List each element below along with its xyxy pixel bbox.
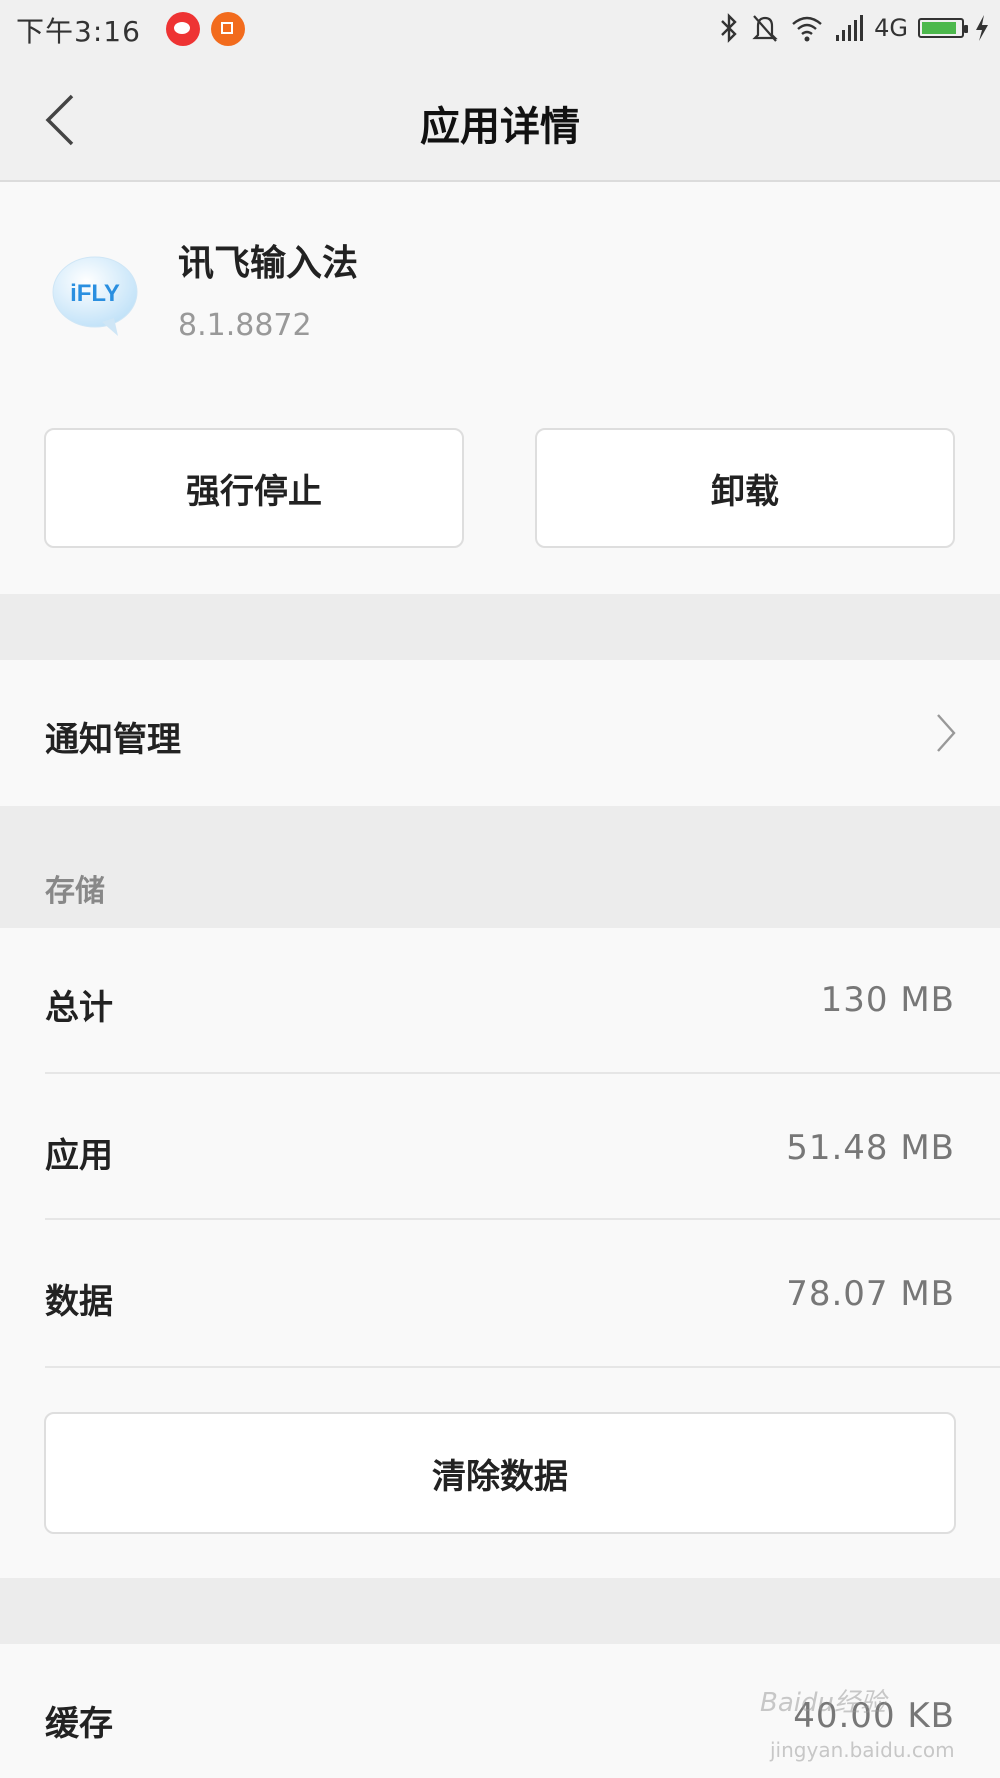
total-label: 总计 bbox=[45, 988, 113, 1028]
title-bar: 应用详情 bbox=[0, 56, 1000, 182]
page-title: 应用详情 bbox=[420, 104, 580, 150]
storage-total-row: 总计 130 MB bbox=[0, 928, 1000, 1074]
chevron-right-icon bbox=[937, 714, 956, 752]
status-bar: 下午3:16 4G bbox=[0, 0, 1000, 56]
battery-icon bbox=[918, 18, 968, 38]
signal-icon bbox=[836, 15, 864, 41]
storage-section-header bbox=[0, 806, 1000, 928]
watermark-text: Baidu经验 bbox=[760, 1688, 886, 1718]
total-value: 130 MB bbox=[820, 980, 955, 1020]
charging-icon bbox=[976, 15, 988, 41]
data-size-label: 数据 bbox=[45, 1282, 113, 1322]
battery-level bbox=[922, 22, 957, 34]
wifi-icon bbox=[792, 16, 822, 42]
clear-data-button[interactable]: 清除数据 bbox=[44, 1412, 956, 1534]
weibo-icon bbox=[166, 12, 200, 46]
status-icons: 4G bbox=[718, 8, 990, 48]
mute-bell-icon bbox=[752, 15, 778, 42]
app-size-label: 应用 bbox=[45, 1136, 113, 1176]
notification-management-label: 通知管理 bbox=[45, 720, 181, 760]
storage-data-row: 数据 78.07 MB bbox=[0, 1220, 1000, 1392]
data-size-value: 78.07 MB bbox=[786, 1274, 955, 1314]
divider bbox=[45, 1366, 1000, 1368]
app-icon-text: iFLY bbox=[70, 280, 120, 307]
status-time: 下午3:16 bbox=[16, 15, 141, 48]
section-gap bbox=[0, 1578, 1000, 1644]
watermark-url: jingyan.baidu.com bbox=[770, 1738, 955, 1762]
section-gap bbox=[0, 594, 1000, 660]
app-version: 8.1.8872 bbox=[178, 308, 312, 343]
notification-management-row[interactable]: 通知管理 bbox=[0, 660, 1000, 806]
storage-app-row: 应用 51.48 MB bbox=[0, 1074, 1000, 1220]
notification-app-icon bbox=[211, 12, 245, 46]
app-name: 讯飞输入法 bbox=[178, 243, 359, 284]
uninstall-button[interactable]: 卸载 bbox=[535, 428, 955, 548]
bluetooth-icon bbox=[721, 13, 737, 43]
force-stop-button[interactable]: 强行停止 bbox=[44, 428, 464, 548]
network-type: 4G bbox=[874, 14, 908, 42]
cache-label: 缓存 bbox=[45, 1704, 113, 1744]
storage-section-title: 存储 bbox=[45, 874, 105, 909]
app-header: iFLY 讯飞输入法 8.1.8872 强行停止 卸载 bbox=[0, 182, 1000, 594]
app-size-value: 51.48 MB bbox=[786, 1128, 955, 1168]
ifly-app-icon: iFLY bbox=[52, 256, 138, 336]
